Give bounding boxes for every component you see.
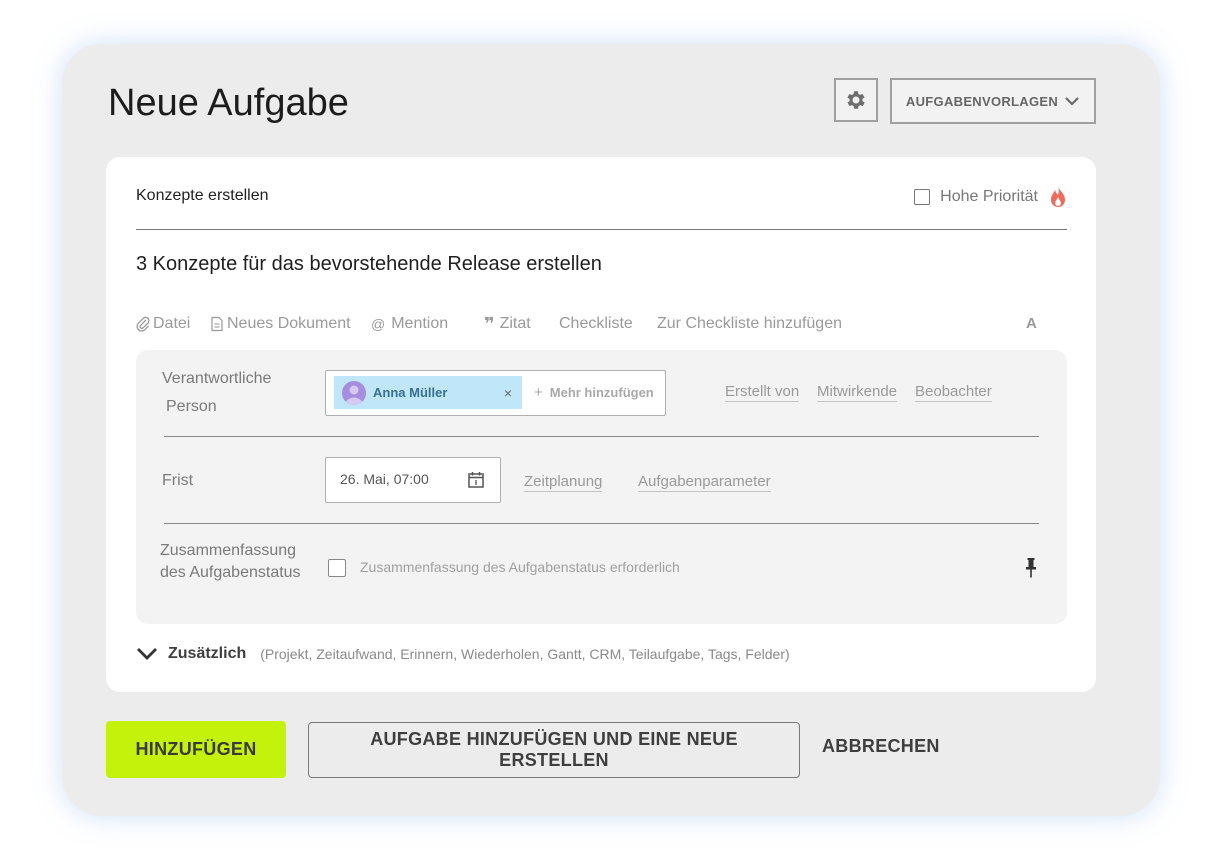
avatar bbox=[342, 380, 366, 405]
add-and-create-new-button[interactable]: AUFGABE HINZUFÜGEN UND EINE NEUE ERSTELL… bbox=[308, 722, 800, 778]
high-priority-label: Hohe Priorität bbox=[940, 188, 1038, 205]
additional-hint: (Projekt, Zeitaufwand, Erinnern, Wiederh… bbox=[260, 646, 790, 662]
high-priority-toggle[interactable]: Hohe Priorität bbox=[914, 185, 1068, 209]
additional-section-toggle[interactable]: Zusätzlich (Projekt, Zeitaufwand, Erinne… bbox=[136, 645, 790, 663]
panel-divider bbox=[164, 523, 1039, 524]
quote-label: Zitat bbox=[499, 315, 531, 332]
responsible-label-line2: Person bbox=[166, 398, 217, 415]
task-templates-dropdown[interactable]: AUFGABENVORLAGEN bbox=[890, 78, 1096, 124]
flame-icon bbox=[1051, 186, 1065, 207]
task-form-card: Konzepte erstellen Hohe Priorität 3 Konz… bbox=[106, 157, 1096, 692]
deadline-value: 26. Mai, 07:00 bbox=[340, 471, 429, 487]
task-templates-label: AUFGABENVORLAGEN bbox=[905, 93, 1059, 109]
plus-icon: + bbox=[534, 384, 543, 401]
file-label: Datei bbox=[153, 315, 191, 332]
created-by-link[interactable]: Erstellt von bbox=[725, 383, 800, 402]
status-summary-label: Zusammenfassung des Aufgabenstatus bbox=[160, 540, 301, 584]
mention-button[interactable]: @ Mention bbox=[371, 315, 448, 333]
add-to-checklist-label: Zur Checkliste hinzufügen bbox=[657, 315, 842, 332]
chevron-down-icon bbox=[137, 648, 157, 660]
assignee-name: Anna Müller bbox=[373, 385, 448, 400]
task-parameters-link[interactable]: Aufgabenparameter bbox=[638, 473, 771, 492]
deadline-label: Frist bbox=[162, 472, 194, 489]
responsible-label: Verantwortliche Person bbox=[162, 365, 271, 421]
responsible-label-line1: Verantwortliche bbox=[162, 370, 272, 387]
additional-label: Zusätzlich bbox=[168, 645, 247, 662]
new-task-dialog: Neue Aufgabe AUFGABENVORLAGEN Konzepte e… bbox=[62, 44, 1160, 816]
cancel-button[interactable]: ABBRECHEN bbox=[822, 736, 940, 757]
status-summary-label-line2: des Aufgabenstatus bbox=[160, 564, 301, 581]
high-priority-checkbox[interactable] bbox=[914, 189, 931, 205]
observers-link[interactable]: Beobachter bbox=[915, 383, 992, 402]
task-details-panel: Verantwortliche Person Anna Müller × + M… bbox=[136, 350, 1067, 624]
assignee-field[interactable]: Anna Müller × + Mehr hinzufügen bbox=[325, 370, 666, 416]
status-summary-label-line1: Zusammenfassung bbox=[160, 542, 297, 559]
status-summary-checkbox[interactable] bbox=[328, 559, 346, 577]
attach-file-button[interactable]: Datei bbox=[136, 315, 190, 333]
editor-toolbar: Datei Neues Dokument @ Mention ❞ Zitat C… bbox=[136, 315, 1069, 337]
deadline-input[interactable]: 26. Mai, 07:00 bbox=[325, 457, 501, 503]
gear-icon bbox=[847, 91, 865, 109]
task-title-input[interactable]: Konzepte erstellen bbox=[136, 187, 269, 205]
new-document-button[interactable]: Neues Dokument bbox=[210, 315, 351, 333]
add-more-assignees-button[interactable]: + Mehr hinzufügen bbox=[534, 371, 654, 414]
title-divider bbox=[136, 229, 1067, 230]
quote-icon: ❞ bbox=[484, 314, 495, 334]
new-document-label: Neues Dokument bbox=[227, 315, 351, 332]
calendar-icon[interactable] bbox=[467, 471, 485, 489]
page-title: Neue Aufgabe bbox=[108, 82, 349, 124]
add-button[interactable]: HINZUFÜGEN bbox=[106, 721, 286, 778]
add-more-label: Mehr hinzufügen bbox=[549, 385, 654, 400]
add-to-checklist-button[interactable]: Zur Checkliste hinzufügen bbox=[657, 315, 842, 333]
quote-button[interactable]: ❞ Zitat bbox=[484, 315, 531, 333]
panel-divider bbox=[164, 436, 1039, 437]
chevron-down-icon bbox=[1065, 97, 1079, 106]
status-summary-checkbox-label: Zusammenfassung des Aufgabenstatus erfor… bbox=[360, 559, 680, 575]
task-description[interactable]: 3 Konzepte für das bevorstehende Release… bbox=[136, 253, 602, 276]
document-icon bbox=[211, 316, 223, 332]
checklist-button[interactable]: Checkliste bbox=[559, 315, 633, 333]
checklist-label: Checkliste bbox=[559, 315, 633, 332]
text-format-button[interactable]: A bbox=[1026, 315, 1037, 332]
paperclip-icon bbox=[136, 316, 150, 332]
at-icon: @ bbox=[371, 316, 386, 332]
remove-assignee-icon[interactable]: × bbox=[504, 385, 512, 401]
settings-button[interactable] bbox=[834, 78, 878, 122]
user-icon bbox=[345, 385, 363, 405]
participants-link[interactable]: Mitwirkende bbox=[817, 383, 898, 402]
assignee-chip[interactable]: Anna Müller × bbox=[334, 376, 522, 409]
scheduling-link[interactable]: Zeitplanung bbox=[524, 473, 603, 492]
pin-icon[interactable] bbox=[1024, 557, 1038, 579]
mention-label: Mention bbox=[391, 315, 449, 332]
format-icon: A bbox=[1026, 315, 1037, 332]
